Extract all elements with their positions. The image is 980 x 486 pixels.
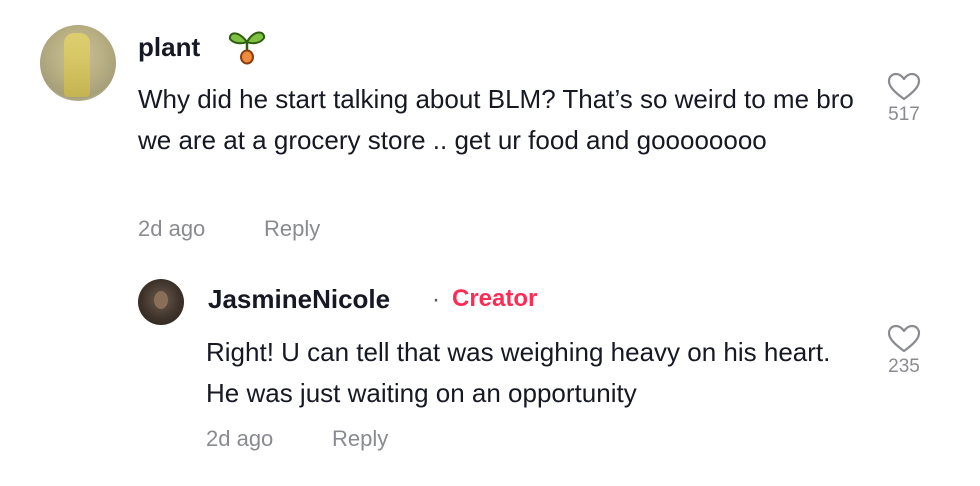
- like-count: 235: [888, 356, 920, 377]
- reply-timestamp: 2d ago: [206, 426, 274, 451]
- avatar[interactable]: [40, 25, 116, 101]
- avatar-face: [154, 291, 168, 309]
- like-button[interactable]: 517: [874, 72, 934, 126]
- sprout-icon: [228, 31, 266, 65]
- reply-avatar[interactable]: [138, 279, 184, 325]
- heart-icon: [887, 72, 921, 101]
- reply-username[interactable]: JasmineNicole: [208, 284, 390, 315]
- avatar-figure: [64, 33, 90, 97]
- comment-username[interactable]: plant: [138, 32, 200, 63]
- like-count: 517: [888, 104, 920, 125]
- comment-text: Why did he start talking about BLM? That…: [138, 84, 854, 155]
- reply-reply-button[interactable]: Reply: [332, 426, 388, 452]
- comment-thread: plant Why did he start talking about BLM…: [0, 0, 980, 486]
- reply-like-button[interactable]: 235: [874, 324, 934, 378]
- heart-icon: [887, 324, 921, 353]
- reply-button[interactable]: Reply: [264, 216, 320, 242]
- separator-dot: ·: [432, 286, 440, 313]
- creator-badge: Creator: [452, 285, 538, 312]
- comment-timestamp: 2d ago: [138, 216, 206, 241]
- reply-text: Right! U can tell that was weighing heav…: [206, 337, 831, 408]
